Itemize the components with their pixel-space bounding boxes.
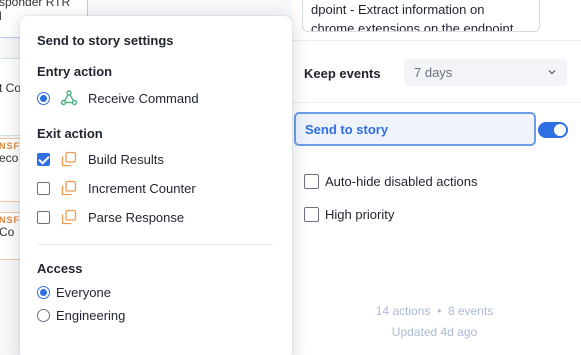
- send-to-story-label: Send to story: [305, 121, 389, 137]
- keep-events-label: Keep events: [304, 66, 381, 81]
- access-radio[interactable]: [37, 285, 50, 299]
- entry-option-receive-command[interactable]: Receive Command: [37, 89, 199, 107]
- high-priority-option[interactable]: High priority: [304, 205, 394, 223]
- divider: [292, 102, 581, 103]
- exit-option-build-results[interactable]: Build Results: [37, 150, 164, 168]
- exit-option-label: Build Results: [88, 151, 164, 167]
- keep-events-value: 7 days: [414, 65, 453, 80]
- auto-hide-label: Auto-hide disabled actions: [325, 173, 478, 189]
- exit-checkbox[interactable]: [37, 152, 50, 166]
- keep-events-select[interactable]: 7 days: [404, 59, 567, 86]
- exit-checkbox[interactable]: [37, 210, 50, 224]
- send-to-story-settings-popover: Send to story settings Entry action Rece…: [20, 16, 292, 355]
- node-label: sponder RTR: [0, 0, 71, 9]
- exit-action-label: Exit action: [37, 126, 103, 141]
- entry-radio[interactable]: [37, 91, 50, 105]
- divider: [292, 40, 581, 41]
- entry-option-label: Receive Command: [88, 90, 199, 106]
- description-field[interactable]: dpoint - Extract information on chrome e…: [302, 0, 540, 32]
- auto-hide-checkbox[interactable]: [304, 173, 319, 189]
- auto-hide-option[interactable]: Auto-hide disabled actions: [304, 172, 478, 190]
- events-count[interactable]: 8 events: [448, 304, 493, 318]
- exit-option-increment-counter[interactable]: Increment Counter: [37, 179, 196, 197]
- high-priority-label: High priority: [325, 206, 395, 222]
- access-option-label: Everyone: [56, 284, 111, 300]
- exit-option-parse-response[interactable]: Parse Response: [37, 208, 184, 226]
- entry-action-label: Entry action: [37, 64, 113, 79]
- chevron-down-icon: [547, 65, 557, 80]
- exit-checkbox[interactable]: [37, 181, 50, 195]
- updated-timestamp: Updated 4d ago: [391, 325, 478, 339]
- stats-separator: •: [437, 304, 442, 318]
- access-label: Access: [37, 261, 83, 276]
- exit-option-label: Parse Response: [88, 209, 185, 225]
- access-option-everyone[interactable]: Everyone: [37, 283, 111, 301]
- access-radio[interactable]: [37, 308, 50, 322]
- event-transform-icon: [60, 208, 78, 226]
- event-transform-icon: [60, 150, 78, 168]
- access-option-engineering[interactable]: Engineering: [37, 306, 125, 324]
- exit-option-label: Increment Counter: [88, 180, 196, 196]
- webhook-icon: [60, 89, 78, 107]
- send-to-story-toggle[interactable]: [538, 122, 568, 138]
- action-settings-panel: dpoint - Extract information on chrome e…: [292, 0, 581, 355]
- event-transform-icon: [60, 179, 78, 197]
- high-priority-checkbox[interactable]: [304, 206, 319, 222]
- access-option-label: Engineering: [56, 307, 126, 323]
- send-to-story-button[interactable]: Send to story: [294, 112, 536, 146]
- story-stats: 14 actions • 8 events: [292, 304, 577, 318]
- actions-count[interactable]: 14 actions: [376, 304, 431, 318]
- popover-title: Send to story settings: [37, 33, 174, 48]
- divider: [37, 244, 273, 245]
